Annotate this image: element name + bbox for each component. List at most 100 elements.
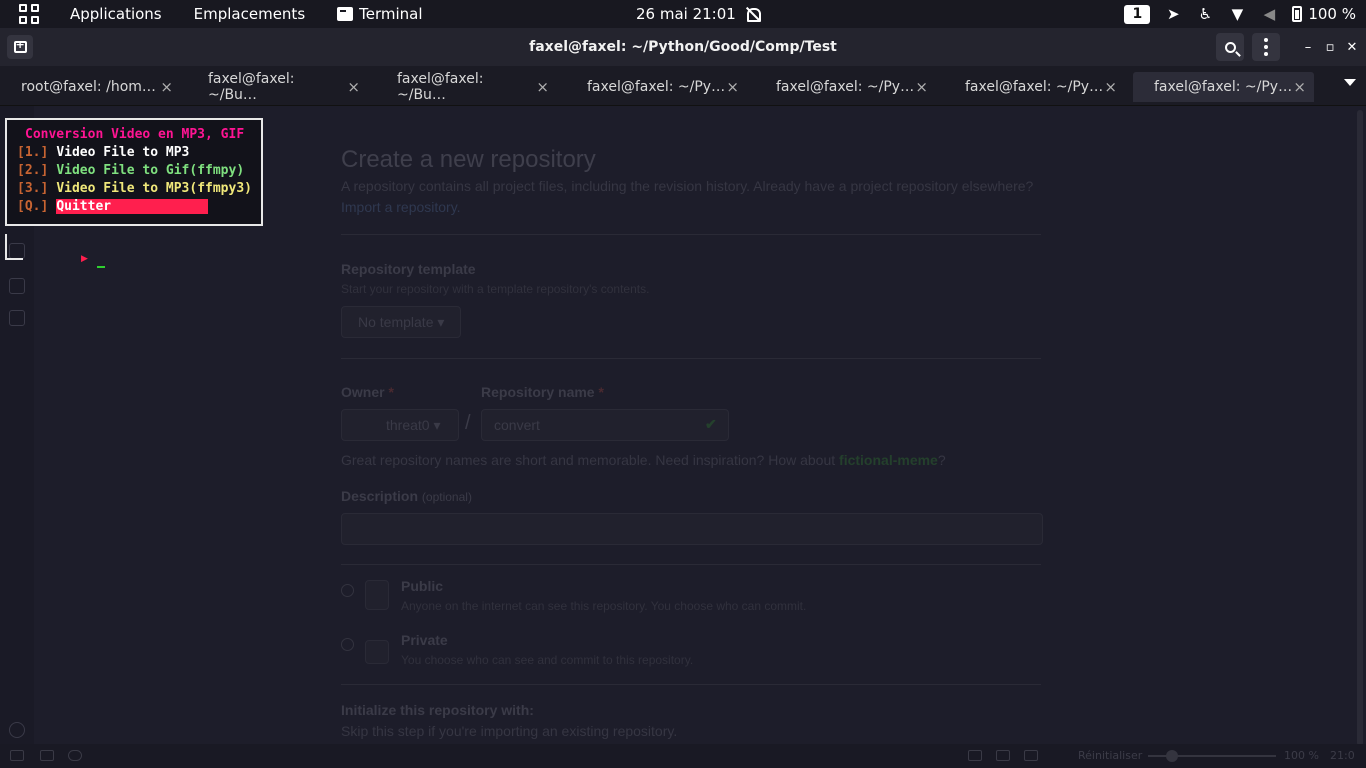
menu-label: Video File to Gif(ffmpy) (56, 163, 245, 178)
ghost-divider (341, 234, 1041, 235)
ghost-public-hint: Anyone on the internet can see this repo… (401, 599, 807, 613)
tab-label: faxel@faxel: ~/Py… (965, 79, 1104, 95)
menu-option-2: [2.] Video File to Gif(ffmpy) (17, 163, 244, 178)
clock-label: 26 mai 21:01 (636, 5, 736, 23)
menu-title: Conversion Video en MP3, GIF (25, 127, 245, 142)
ghost-import-link: Import a repository. (341, 199, 461, 215)
terminal-tab[interactable]: faxel@faxel: ~/Bu… × (376, 71, 557, 103)
active-app-label: Terminal (359, 5, 423, 23)
ghost-desc-label: Description (optional) (341, 488, 472, 504)
ghost-rail-icon (9, 278, 25, 294)
workspace-indicator[interactable]: 1 (1124, 4, 1151, 24)
terminal-tab[interactable]: faxel@faxel: ~/Py… × (944, 72, 1125, 102)
ghost-subtitle: A repository contains all project files,… (341, 178, 1034, 194)
menu-button[interactable] (1252, 33, 1280, 61)
top-panel: Applications Emplacements Terminal 26 ma… (0, 0, 1366, 28)
ghost-private-label: Private (401, 632, 448, 648)
menu-label: Video File to MP3 (56, 145, 190, 160)
ghost-public-icon (365, 580, 389, 610)
ghost-radio-public (341, 584, 354, 597)
tab-close-icon[interactable]: × (536, 78, 549, 96)
menu-key: [1.] (17, 145, 49, 160)
ghost-statusbar: Réinitialiser 100 % 21:0 (0, 744, 1366, 768)
tab-label: faxel@faxel: ~/Bu… (397, 71, 484, 103)
ghost-zoom-knob (1166, 750, 1178, 762)
ghost-template-hint: Start your repository with a template re… (341, 282, 650, 296)
grid-icon[interactable] (19, 4, 39, 24)
volume-icon[interactable]: ◀ (1260, 5, 1278, 23)
ghost-camera-icon (968, 750, 982, 761)
menu-key: [Q.] (17, 199, 49, 214)
places-menu[interactable]: Emplacements (194, 5, 306, 23)
tab-close-icon[interactable]: × (1293, 78, 1306, 96)
ghost-private-hint: You choose who can see and commit to thi… (401, 653, 694, 667)
terminal-titlebar: faxel@faxel: ~/Python/Good/Comp/Test – ▫… (0, 28, 1366, 66)
terminal-view[interactable]: Create a new repository A repository con… (0, 106, 1366, 768)
ghost-init-label: Initialize this repository with: (341, 702, 534, 718)
ghost-panel-icon (40, 750, 54, 761)
tab-label: root@faxel: /hom… (21, 79, 156, 95)
active-app-menu[interactable]: Terminal (337, 5, 423, 23)
ghost-reset-label: Réinitialiser (1078, 749, 1143, 762)
battery-status[interactable]: 100 % (1292, 5, 1356, 23)
ghost-rail-icon (9, 310, 25, 326)
wifi-icon[interactable]: ▼ (1228, 5, 1246, 23)
menu-label-selected: Quitter (56, 199, 209, 214)
ghost-heading: Create a new repository (341, 146, 596, 173)
close-button[interactable]: ✕ (1343, 38, 1361, 56)
accessibility-icon[interactable]: ♿ (1196, 5, 1214, 23)
search-button[interactable] (1216, 33, 1244, 61)
terminal-tab[interactable]: root@faxel: /hom… × (0, 72, 181, 102)
conversion-menu: Conversion Video en MP3, GIF [1.] Video F… (5, 118, 263, 226)
ghost-owner-label: Owner * (341, 384, 394, 400)
ghost-slash: / (465, 412, 471, 434)
applications-menu[interactable]: Applications (70, 5, 162, 23)
ghost-repo-label: Repository name * (481, 384, 604, 400)
prompt-marker-icon: ▶ (81, 254, 88, 264)
tab-label: faxel@faxel: ~/Bu… (208, 71, 295, 103)
ghost-template-label: Repository template (341, 261, 476, 277)
terminal-tab-active[interactable]: faxel@faxel: ~/Py… × (1133, 72, 1314, 102)
ghost-image-icon (1024, 750, 1038, 761)
terminal-cursor (97, 266, 105, 268)
battery-label: 100 % (1308, 5, 1356, 23)
tabs-dropdown-icon[interactable] (1344, 79, 1356, 86)
ghost-init-hint: Skip this step if you're importing an ex… (341, 723, 678, 739)
tab-bar: root@faxel: /hom… × faxel@faxel: ~/Bu… × f… (0, 66, 1366, 106)
terminal-tab[interactable]: faxel@faxel: ~/Bu… × (187, 71, 368, 103)
menu-key: [2.] (17, 163, 49, 178)
ghost-divider (341, 684, 1041, 685)
ghost-cloud-icon (68, 750, 82, 761)
ghost-settings-icon (9, 722, 25, 738)
battery-icon (1292, 6, 1303, 22)
terminal-tab[interactable]: faxel@faxel: ~/Py… × (566, 72, 747, 102)
ghost-sidebar-toggle-icon (10, 750, 24, 761)
tab-close-icon[interactable]: × (160, 78, 173, 96)
tab-close-icon[interactable]: × (347, 78, 360, 96)
minimize-button[interactable]: – (1299, 38, 1317, 56)
search-icon (1224, 41, 1236, 53)
tab-label: faxel@faxel: ~/Py… (1154, 79, 1293, 95)
menu-option-3: [3.] Video File to MP3(ffmpy3) (17, 181, 252, 196)
menu-label: Video File to MP3(ffmpy3) (56, 181, 252, 196)
notifications-off-icon (744, 6, 761, 22)
tab-close-icon[interactable]: × (915, 78, 928, 96)
ghost-repo-input: convert (481, 409, 729, 441)
window-title: faxel@faxel: ~/Python/Good/Comp/Test (529, 39, 837, 55)
tab-close-icon[interactable]: × (726, 78, 739, 96)
ghost-lock-icon (365, 640, 389, 664)
tab-close-icon[interactable]: × (1104, 78, 1117, 96)
clock[interactable]: 26 mai 21:01 (636, 0, 761, 28)
maximize-button[interactable]: ▫ (1321, 38, 1339, 56)
ghost-zoom-label: 100 % (1284, 749, 1319, 762)
ghost-owner-select: threat0 ▾ (341, 409, 459, 441)
scrollbar[interactable] (1357, 110, 1363, 746)
ghost-radio-private (341, 638, 354, 651)
ghost-public-label: Public (401, 578, 444, 594)
tab-label: faxel@faxel: ~/Py… (776, 79, 915, 95)
terminal-tab[interactable]: faxel@faxel: ~/Py… × (755, 72, 936, 102)
menu-option-quit: [Q.] Quitter (17, 199, 209, 214)
prompt-bracket (5, 234, 23, 260)
telegram-icon[interactable]: ➤ (1164, 5, 1182, 23)
ghost-divider (341, 358, 1041, 359)
